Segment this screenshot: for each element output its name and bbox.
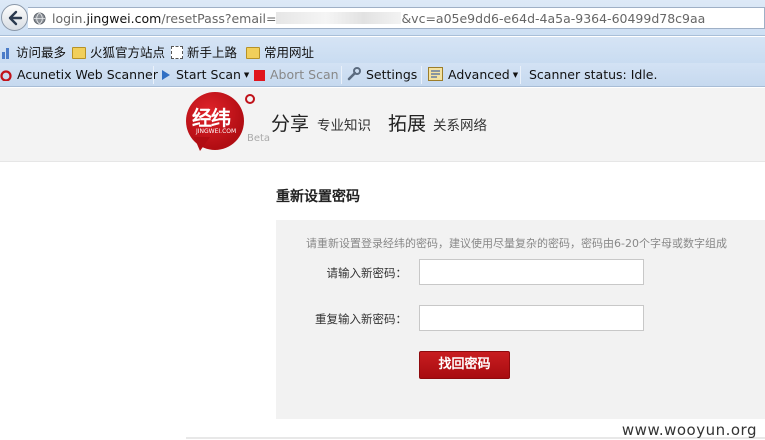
bookmark-common-sites[interactable]: 常用网址 [246, 42, 315, 60]
nav-share-subtitle[interactable]: 专业知识 [317, 114, 371, 134]
bookmark-firefox-site[interactable]: 火狐官方站点 [72, 42, 166, 60]
most-visited-icon [2, 48, 9, 59]
url-prefix: login. [52, 11, 87, 26]
advanced-icon [428, 67, 443, 81]
folder-icon [72, 47, 86, 59]
toolbar-separator [153, 66, 154, 84]
scanner-name: Acunetix Web Scanner [17, 67, 158, 82]
redacted-email [276, 12, 402, 24]
nav-expand[interactable]: 拓展 [388, 109, 426, 136]
back-arrow-icon [8, 10, 23, 26]
repeat-password-label: 重复输入新密码： [315, 312, 407, 326]
site-logo[interactable]: 经纬 JINGWEI.COM Beta [186, 92, 270, 154]
logo-domain: JINGWEI.COM [196, 128, 237, 135]
bookmark-getting-started[interactable]: 新手上路 [171, 42, 238, 60]
scanner-status: Scanner status: Idle. [529, 67, 658, 82]
wrench-icon [347, 67, 361, 81]
acunetix-logo-icon [0, 70, 12, 81]
page-title: 重新设置密码 [276, 189, 360, 205]
repeat-password-input[interactable] [419, 305, 644, 331]
start-scan-button[interactable]: Start Scan ▼ [161, 67, 249, 83]
nav-share[interactable]: 分享 [271, 109, 309, 136]
watermark: www.wooyun.org [621, 421, 757, 439]
logo-speech-tail [194, 137, 210, 151]
scanner-toolbar: Acunetix Web Scanner Start Scan ▼ Abort S… [0, 63, 765, 87]
bookmark-label: 访问最多 [16, 45, 67, 60]
url-text: login.jingwei.com/resetPass?email= &vc=a0… [52, 11, 705, 26]
back-button[interactable] [1, 4, 28, 31]
new-password-label: 请输入新密码： [326, 266, 408, 280]
url-field[interactable]: login.jingwei.com/resetPass?email= &vc=a0… [28, 7, 765, 29]
settings-label: Settings [366, 67, 418, 82]
advanced-label: Advanced [448, 67, 510, 82]
reset-password-form: 请重新设置登录经纬的密码，建议使用尽量复杂的密码，密码由6-20个字母或数字组成… [276, 220, 765, 419]
beta-badge: Beta [247, 133, 271, 144]
acunetix-web-scanner-button[interactable]: Acunetix Web Scanner [0, 67, 158, 83]
bookmark-label: 新手上路 [187, 45, 238, 60]
globe-icon [33, 12, 46, 25]
play-icon [162, 70, 170, 80]
dropdown-caret-icon: ▼ [243, 71, 250, 79]
logo-text: 经纬 [192, 106, 231, 130]
toolbar-separator [520, 66, 521, 84]
bookmark-label: 常用网址 [264, 45, 315, 60]
form-hint: 请重新设置登录经纬的密码，建议使用尽量复杂的密码，密码由6-20个字母或数字组成 [306, 237, 727, 250]
toolbar-separator [341, 66, 342, 84]
recover-password-button[interactable]: 找回密码 [419, 351, 510, 379]
site-header: 经纬 JINGWEI.COM Beta 分享 专业知识 拓展 关系网络 [0, 88, 765, 162]
address-bar: login.jingwei.com/resetPass?email= &vc=a0… [0, 0, 765, 36]
bookmarks-bar: 访问最多 火狐官方站点 新手上路 常用网址 [0, 37, 765, 63]
toolbar-separator [421, 66, 422, 84]
advanced-button[interactable]: Advanced ▼ [428, 67, 518, 83]
abort-scan-label: Abort Scan [270, 67, 339, 82]
bookmark-label: 火狐官方站点 [90, 45, 166, 60]
abort-scan-button[interactable]: Abort Scan [254, 67, 339, 83]
url-path: /resetPass?email= [161, 11, 277, 26]
folder-icon [246, 47, 260, 59]
dropdown-caret-icon: ▼ [512, 71, 519, 79]
url-domain: jingwei.com [86, 11, 162, 26]
page-icon [171, 46, 183, 59]
settings-button[interactable]: Settings [347, 67, 417, 83]
bookmark-most-visited[interactable]: 访问最多 [2, 42, 67, 60]
start-scan-label: Start Scan [176, 67, 241, 82]
new-password-input[interactable] [419, 259, 644, 285]
stop-icon [254, 70, 265, 81]
url-suffix: &vc=a05e9dd6-e64d-4a5a-9364-60499d78c9aa [401, 11, 706, 26]
registered-mark-icon [245, 94, 255, 104]
nav-expand-subtitle[interactable]: 关系网络 [433, 114, 487, 134]
